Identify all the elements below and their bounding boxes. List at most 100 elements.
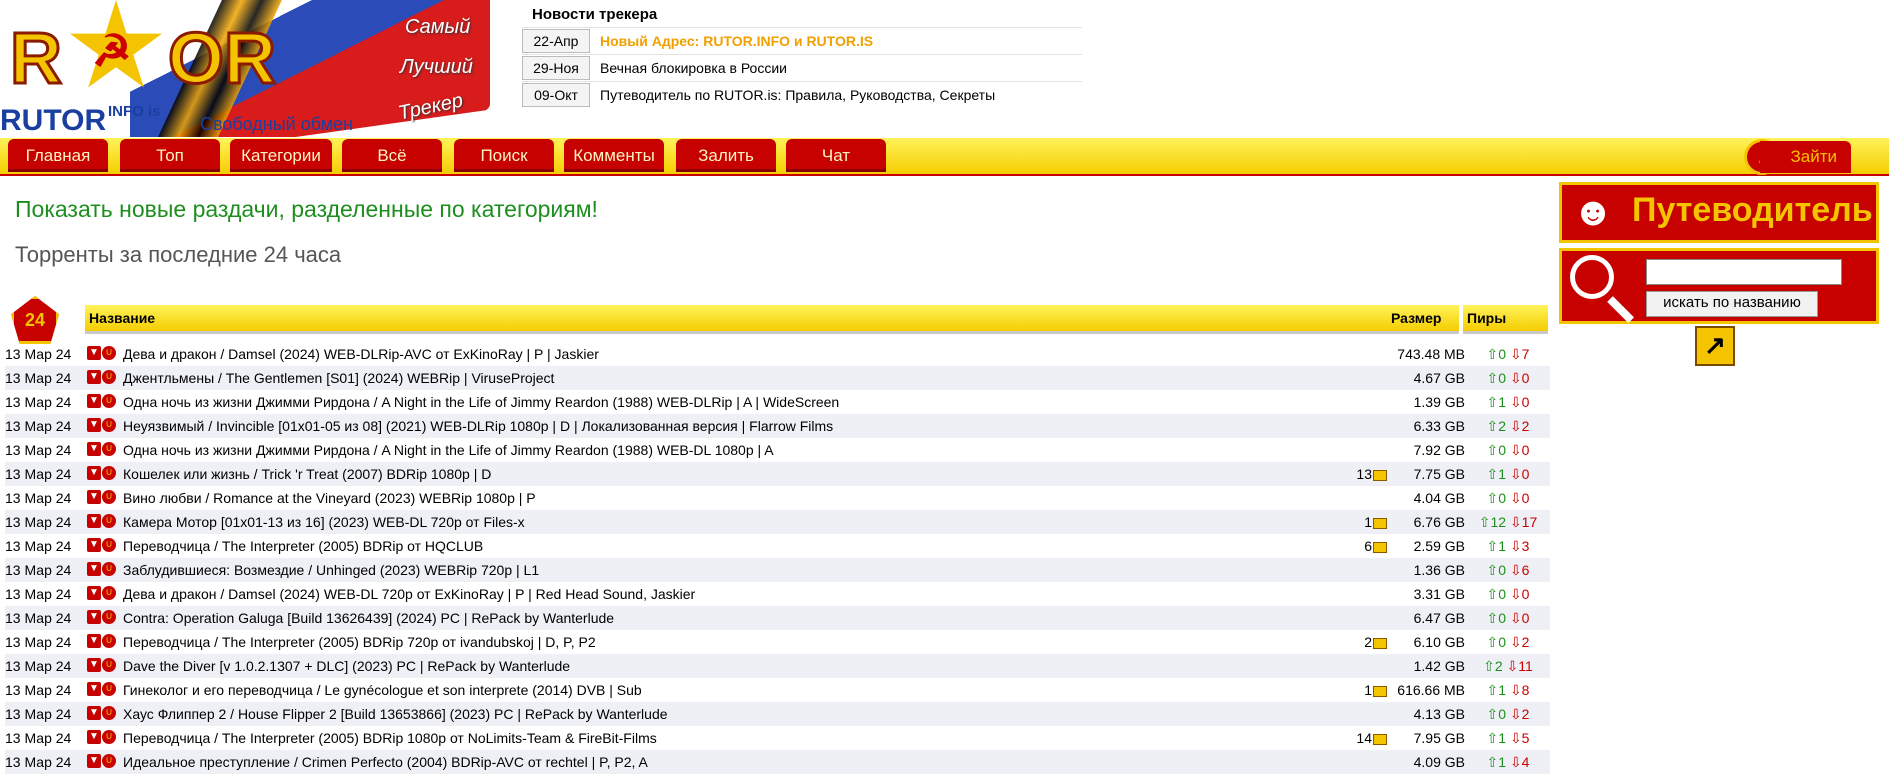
download-icon[interactable]: ▼ bbox=[87, 706, 101, 720]
download-icon[interactable]: ▼ bbox=[87, 490, 101, 504]
torrent-link[interactable]: Contra: Operation Galuga [Build 13626439… bbox=[123, 606, 1353, 630]
categories-link[interactable]: Показать новые раздачи, разделенные по к… bbox=[15, 196, 598, 223]
magnet-icon[interactable]: ∪ bbox=[102, 466, 116, 480]
magnet-icon[interactable]: ∪ bbox=[102, 514, 116, 528]
magnet-icon[interactable]: ∪ bbox=[102, 634, 116, 648]
torrent-link[interactable]: Камера Мотор [01x01-13 из 16] (2023) WEB… bbox=[123, 510, 1353, 534]
menu-upload[interactable]: Залить bbox=[676, 139, 776, 172]
magnet-icon[interactable]: ∪ bbox=[102, 610, 116, 624]
torrent-link[interactable]: Переводчица / The Interpreter (2005) BDR… bbox=[123, 534, 1353, 558]
magnet-icon[interactable]: ∪ bbox=[102, 418, 116, 432]
row-icons: ▼ ∪ bbox=[87, 442, 116, 458]
news-link[interactable]: Вечная блокировка в России bbox=[600, 60, 787, 76]
magnet-icon[interactable]: ∪ bbox=[102, 754, 116, 768]
torrent-link[interactable]: Хаус Флиппер 2 / House Flipper 2 [Build … bbox=[123, 702, 1353, 726]
row-peers: ⇧2 ⇩11 bbox=[1471, 654, 1545, 678]
comments-count[interactable]: 1 bbox=[1345, 510, 1387, 534]
download-icon[interactable]: ▼ bbox=[87, 634, 101, 648]
search-input[interactable] bbox=[1646, 259, 1842, 285]
torrent-link[interactable]: Одна ночь из жизни Джимми Рирдона / A Ni… bbox=[123, 438, 1353, 462]
download-icon[interactable]: ▼ bbox=[87, 466, 101, 480]
download-icon[interactable]: ▼ bbox=[87, 586, 101, 600]
download-icon[interactable]: ▼ bbox=[87, 610, 101, 624]
comments-count[interactable]: 2 bbox=[1345, 630, 1387, 654]
download-icon[interactable]: ▼ bbox=[87, 730, 101, 744]
table-row: 13 Мар 24 ▼ ∪ Идеальное преступление / Crim… bbox=[5, 750, 1550, 774]
magnet-icon[interactable]: ∪ bbox=[102, 538, 116, 552]
seeders-count: 1 bbox=[1498, 466, 1507, 482]
row-icons: ▼ ∪ bbox=[87, 490, 116, 506]
download-icon[interactable]: ▼ bbox=[87, 682, 101, 696]
row-icons: ▼ ∪ bbox=[87, 586, 116, 602]
expand-arrow-icon[interactable]: ↗ bbox=[1695, 326, 1735, 366]
download-icon[interactable]: ▼ bbox=[87, 754, 101, 768]
leechers-count: 11 bbox=[1518, 658, 1533, 674]
news-item[interactable]: 22-Апр Новый Адрес: RUTOR.INFO и RUTOR.I… bbox=[522, 27, 1082, 54]
download-icon[interactable]: ▼ bbox=[87, 538, 101, 552]
menu-categories[interactable]: Категории bbox=[230, 139, 332, 172]
news-item[interactable]: 29-Ноя Вечная блокировка в России bbox=[522, 54, 1082, 81]
torrent-link[interactable]: Вино любви / Romance at the Vineyard (20… bbox=[123, 486, 1353, 510]
leechers-count: 6 bbox=[1521, 562, 1530, 578]
magnet-icon[interactable]: ∪ bbox=[102, 442, 116, 456]
download-icon[interactable]: ▼ bbox=[87, 514, 101, 528]
menu-all[interactable]: Всё bbox=[342, 139, 442, 172]
torrent-link[interactable]: Переводчица / The Interpreter (2005) BDR… bbox=[123, 630, 1353, 654]
menu-home[interactable]: Главная bbox=[8, 139, 108, 172]
torrent-link[interactable]: Dave the Diver [v 1.0.2.1307 + DLC] (202… bbox=[123, 654, 1353, 678]
download-icon[interactable]: ▼ bbox=[87, 562, 101, 576]
magnet-icon[interactable]: ∪ bbox=[102, 394, 116, 408]
row-icons: ▼ ∪ bbox=[87, 538, 116, 554]
torrent-link[interactable]: Гинеколог и его переводчица / Le gynécol… bbox=[123, 678, 1353, 702]
torrent-link[interactable]: Неуязвимый / Invincible [01x01-05 из 08]… bbox=[123, 414, 1353, 438]
site-logo[interactable]: R ☭ OR Самый Лучший Трекер RUTOR INFO is… bbox=[0, 0, 510, 137]
news-link[interactable]: Новый Адрес: RUTOR.INFO и RUTOR.IS bbox=[600, 33, 873, 49]
login-button[interactable]: ⚷ Зайти bbox=[1744, 139, 1851, 175]
menu-search[interactable]: Поиск bbox=[454, 139, 554, 172]
magnet-icon[interactable]: ∪ bbox=[102, 682, 116, 696]
download-icon[interactable]: ▼ bbox=[87, 370, 101, 384]
comments-count[interactable]: 14 bbox=[1345, 726, 1387, 750]
comments-count[interactable]: 6 bbox=[1345, 534, 1387, 558]
magnet-icon[interactable]: ∪ bbox=[102, 490, 116, 504]
download-icon[interactable]: ▼ bbox=[87, 418, 101, 432]
torrent-link[interactable]: Переводчица / The Interpreter (2005) BDR… bbox=[123, 726, 1353, 750]
leechers-count: 3 bbox=[1521, 538, 1530, 554]
search-button[interactable]: искать по названию bbox=[1646, 291, 1818, 317]
download-icon[interactable]: ▼ bbox=[87, 346, 101, 360]
download-icon[interactable]: ▼ bbox=[87, 658, 101, 672]
comments-count[interactable]: 13 bbox=[1345, 462, 1387, 486]
menu-comments[interactable]: Комменты bbox=[564, 139, 664, 172]
comments-count[interactable]: 1 bbox=[1345, 678, 1387, 702]
magnet-icon[interactable]: ∪ bbox=[102, 730, 116, 744]
row-size: 1.36 GB bbox=[1413, 562, 1465, 578]
download-icon[interactable]: ▼ bbox=[87, 394, 101, 408]
torrent-link[interactable]: Одна ночь из жизни Джимми Рирдона / A Ni… bbox=[123, 390, 1353, 414]
magnet-icon[interactable]: ∪ bbox=[102, 370, 116, 384]
guide-button[interactable]: ☻ Путеводитель bbox=[1559, 182, 1879, 243]
news-item[interactable]: 09-Окт Путеводитель по RUTOR.is: Правила… bbox=[522, 81, 1082, 108]
torrent-link[interactable]: Дева и дракон / Damsel (2024) WEB-DLRip-… bbox=[123, 342, 1353, 366]
menu-chat[interactable]: Чат bbox=[786, 139, 886, 172]
menu-top[interactable]: Топ bbox=[120, 139, 220, 172]
table-row: 13 Мар 24 ▼ ∪ Одна ночь из жизни Джимми Рир… bbox=[5, 438, 1550, 462]
magnet-icon[interactable]: ∪ bbox=[102, 706, 116, 720]
news-link[interactable]: Путеводитель по RUTOR.is: Правила, Руков… bbox=[600, 87, 995, 103]
torrent-link[interactable]: Джентльмены / The Gentlemen [S01] (2024)… bbox=[123, 366, 1353, 390]
leechers-down-icon: ⇩ bbox=[1509, 370, 1522, 386]
magnet-icon[interactable]: ∪ bbox=[102, 586, 116, 600]
torrent-link[interactable]: Заблудившиеся: Возмездие / Unhinged (202… bbox=[123, 558, 1353, 582]
torrent-link[interactable]: Кошелек или жизнь / Trick 'r Treat (2007… bbox=[123, 462, 1353, 486]
torrent-table: 24 Название Размер Пиры 13 Мар 24 ▼ ∪ Дева … bbox=[5, 296, 1550, 774]
torrent-link[interactable]: Дева и дракон / Damsel (2024) WEB-DL 720… bbox=[123, 582, 1353, 606]
magnet-icon[interactable]: ∪ bbox=[102, 562, 116, 576]
table-row: 13 Мар 24 ▼ ∪ Заблудившиеся: Возмездие / Un… bbox=[5, 558, 1550, 582]
logo-word-1: Самый bbox=[405, 16, 471, 38]
torrent-link[interactable]: Идеальное преступление / Crimen Perfecto… bbox=[123, 750, 1353, 774]
magnet-icon[interactable]: ∪ bbox=[102, 346, 116, 360]
magnet-icon[interactable]: ∪ bbox=[102, 658, 116, 672]
row-peers: ⇧1 ⇩0 bbox=[1471, 390, 1545, 414]
main-menu: Главная Топ Категории Всё Поиск Комменты… bbox=[0, 138, 1889, 176]
download-icon[interactable]: ▼ bbox=[87, 442, 101, 456]
comment-bubble-icon bbox=[1373, 541, 1387, 553]
